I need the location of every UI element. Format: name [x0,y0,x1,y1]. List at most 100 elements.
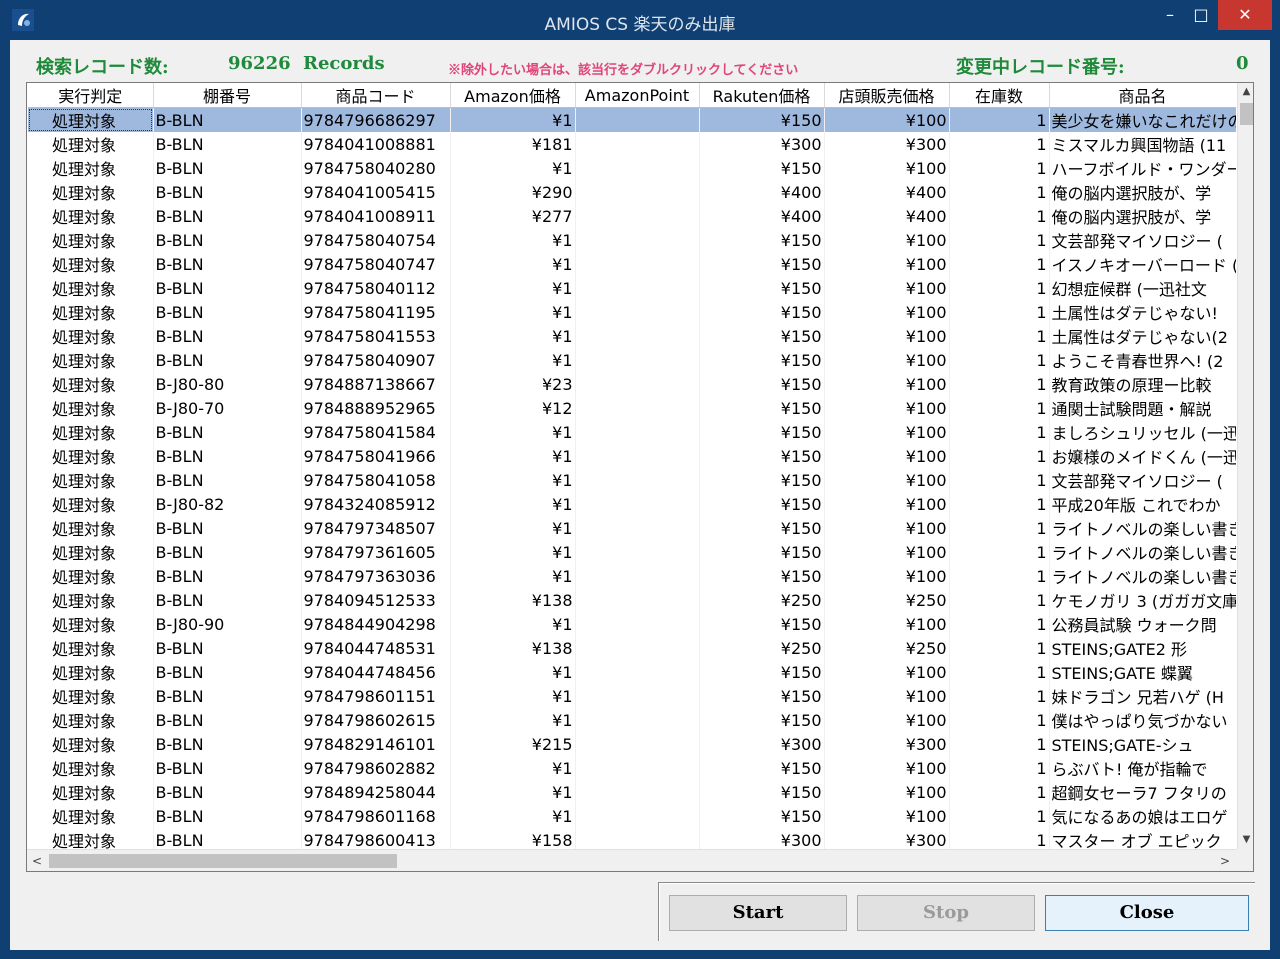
table-cell: ¥150 [699,492,825,516]
column-header[interactable]: 実行判定 [28,83,154,108]
table-row[interactable]: 処理対象 B-BLN 9784829146101 ¥215 ¥300 ¥300 1 STEIN… [28,732,1236,756]
column-header[interactable]: 商品名 [1049,83,1236,108]
scroll-up-icon[interactable]: ▲ [1238,83,1253,101]
table-row[interactable]: 処理対象 B-BLN 9784798602882 ¥1 ¥150 ¥100 1 らぶバト! 俺… [28,756,1236,780]
table-row[interactable]: 処理対象 B-BLN 9784758041966 ¥1 ¥150 ¥100 1 お嬢様のメイド… [28,444,1236,468]
table-row[interactable]: 処理対象 B-BLN 9784758041553 ¥1 ¥150 ¥100 1 土属性はダテじ… [28,324,1236,348]
table-cell: ¥181 [450,132,576,156]
table-cell [575,372,700,396]
table-cell: ¥150 [699,564,825,588]
table-cell: ¥1 [450,420,576,444]
table-cell: ¥150 [699,468,825,492]
scroll-down-icon[interactable]: ▼ [1238,831,1253,849]
table-cell: ¥100 [824,372,950,396]
table-row[interactable]: 処理対象 B-BLN 9784041008881 ¥181 ¥300 ¥300 1 ミスマルカ… [28,132,1236,156]
table-cell: ¥150 [699,540,825,564]
vertical-scrollbar[interactable]: ▲ ▼ [1237,83,1253,849]
table-row[interactable]: 処理対象 B-BLN 9784798600413 ¥158 ¥300 ¥300 1 マスター … [28,828,1236,849]
table-cell: 処理対象 [28,804,154,828]
table-cell: 文芸部発マイソロジー ( [1049,468,1236,492]
table-cell: 1 [949,180,1050,204]
table-row[interactable]: 処理対象 B-J80-80 9784887138667 ¥23 ¥150 ¥100 1 教育政… [28,372,1236,396]
column-header[interactable]: 店頭販売価格 [824,83,950,108]
table-row[interactable]: 処理対象 B-BLN 9784094512533 ¥138 ¥250 ¥250 1 ケモノガリ… [28,588,1236,612]
table-row[interactable]: 処理対象 B-BLN 9784041005415 ¥290 ¥400 ¥400 1 俺の脳内選… [28,180,1236,204]
table-cell: 通関士試験問題・解説 [1049,396,1236,420]
table-cell: B-BLN [153,204,302,228]
table-row[interactable]: 処理対象 B-BLN 9784798601168 ¥1 ¥150 ¥100 1 気になるあの娘… [28,804,1236,828]
table-row[interactable]: 処理対象 B-BLN 9784796686297 ¥1 ¥150 ¥100 1 美少女を嫌いな… [28,107,1236,132]
title-bar[interactable]: AMIOS CS 楽天のみ出庫 – □ ✕ [0,0,1280,40]
table-cell: 1 [949,780,1050,804]
table-cell: 9784758041584 [301,420,451,444]
minimize-button[interactable]: – [1154,0,1186,30]
table-cell: 処理対象 [28,660,154,684]
table-cell: ミスマルカ興国物語 (11 [1049,132,1236,156]
table-cell: ¥100 [824,228,950,252]
vertical-scroll-thumb[interactable] [1240,103,1253,125]
records-grid[interactable]: 実行判定 棚番号 商品コード Amazon価格 AmazonPoint Rakuten価格… [26,82,1254,872]
table-row[interactable]: 処理対象 B-BLN 9784758041058 ¥1 ¥150 ¥100 1 文芸部発マイソ… [28,468,1236,492]
table-cell: B-J80-70 [153,396,302,420]
table-row[interactable]: 処理対象 B-J80-70 9784888952965 ¥12 ¥150 ¥100 1 通関士… [28,396,1236,420]
maximize-button[interactable]: □ [1186,0,1216,30]
table-cell: ¥215 [450,732,576,756]
table-row[interactable]: 処理対象 B-BLN 9784797363036 ¥1 ¥150 ¥100 1 ライトノベルの… [28,564,1236,588]
table-row[interactable]: 処理対象 B-BLN 9784758040907 ¥1 ¥150 ¥100 1 ようこそ青春世… [28,348,1236,372]
table-cell: 処理対象 [28,228,154,252]
table-cell: 教育政策の原理ー比較 [1049,372,1236,396]
column-header[interactable]: Amazon価格 [450,83,576,108]
table-cell: ¥1 [450,444,576,468]
close-button[interactable]: Close [1045,895,1249,931]
horizontal-scrollbar[interactable]: < > [27,849,1237,871]
table-cell: ¥150 [699,300,825,324]
stop-button[interactable]: Stop [857,895,1035,931]
table-row[interactable]: 処理対象 B-BLN 9784758040280 ¥1 ¥150 ¥100 1 ハーフボイルド… [28,156,1236,180]
table-row[interactable]: 処理対象 B-BLN 9784044748531 ¥138 ¥250 ¥250 1 STEIN… [28,636,1236,660]
table-cell: B-BLN [153,107,302,132]
table-cell: ¥100 [824,612,950,636]
table-cell: ¥400 [699,204,825,228]
table-row[interactable]: 処理対象 B-BLN 9784798602615 ¥1 ¥150 ¥100 1 僕はやっぱり気… [28,708,1236,732]
table-cell [575,300,700,324]
column-header[interactable]: 商品コード [301,83,451,108]
table-row[interactable]: 処理対象 B-J80-82 9784324085912 ¥1 ¥150 ¥100 1 平成20… [28,492,1236,516]
table-row[interactable]: 処理対象 B-BLN 9784758040112 ¥1 ¥150 ¥100 1 幻想症候群 (… [28,276,1236,300]
table-cell: イスノキオーバーロード ( [1049,252,1236,276]
table-cell: 僕はやっぱり気づかない [1049,708,1236,732]
table-cell: ¥300 [699,828,825,849]
table-row[interactable]: 処理対象 B-BLN 9784758040747 ¥1 ¥150 ¥100 1 イスノキオーバ… [28,252,1236,276]
column-header[interactable]: AmazonPoint [575,83,700,108]
table-cell: B-J80-82 [153,492,302,516]
column-header[interactable]: 在庫数 [949,83,1050,108]
table-cell: ¥300 [824,132,950,156]
table-cell: 9784758041553 [301,324,451,348]
horizontal-scroll-thumb[interactable] [49,854,397,868]
table-row[interactable]: 処理対象 B-BLN 9784758041195 ¥1 ¥150 ¥100 1 土属性はダテじ… [28,300,1236,324]
client-area: 検索レコード数: 96226 Records ※除外したい場合は、該当行をダブル… [10,40,1270,950]
table-row[interactable]: 処理対象 B-BLN 9784758041584 ¥1 ¥150 ¥100 1 ましろシュリッ… [28,420,1236,444]
table-row[interactable]: 処理対象 B-BLN 9784758040754 ¥1 ¥150 ¥100 1 文芸部発マイソ… [28,228,1236,252]
column-header[interactable]: 棚番号 [153,83,302,108]
scroll-left-icon[interactable]: < [27,850,47,871]
table-cell [575,348,700,372]
table-row[interactable]: 処理対象 B-BLN 9784797348507 ¥1 ¥150 ¥100 1 ライトノベルの… [28,516,1236,540]
table-cell [575,132,700,156]
table-row[interactable]: 処理対象 B-BLN 9784044748456 ¥1 ¥150 ¥100 1 STEINS;… [28,660,1236,684]
table-cell: ¥1 [450,324,576,348]
close-window-button[interactable]: ✕ [1218,0,1272,30]
table-row[interactable]: 処理対象 B-BLN 9784798601151 ¥1 ¥150 ¥100 1 妹ドラゴン 兄… [28,684,1236,708]
table-row[interactable]: 処理対象 B-BLN 9784797361605 ¥1 ¥150 ¥100 1 ライトノベルの… [28,540,1236,564]
column-header[interactable]: Rakuten価格 [699,83,825,108]
scroll-right-icon[interactable]: > [1215,850,1235,871]
table-cell: B-BLN [153,180,302,204]
table-cell: 1 [949,660,1050,684]
table-row[interactable]: 処理対象 B-BLN 9784041008911 ¥277 ¥400 ¥400 1 俺の脳内選… [28,204,1236,228]
table-row[interactable]: 処理対象 B-BLN 9784894258044 ¥1 ¥150 ¥100 1 超鋼女セーラ7… [28,780,1236,804]
table-row[interactable]: 処理対象 B-J80-90 9784844904298 ¥1 ¥150 ¥100 1 公務員試… [28,612,1236,636]
table-cell: 1 [949,588,1050,612]
table-cell: 処理対象 [28,252,154,276]
start-button[interactable]: Start [669,895,847,931]
exclude-hint: ※除外したい場合は、該当行をダブルクリックしてください [448,63,799,78]
table-cell [575,444,700,468]
